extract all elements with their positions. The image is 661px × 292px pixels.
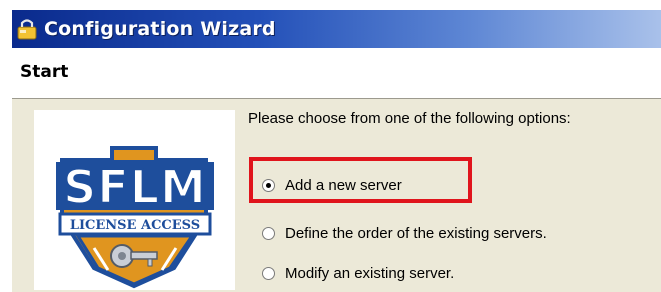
radio-add-new-server[interactable] — [262, 179, 275, 192]
logo-brand-text: SFLM — [63, 160, 207, 214]
option-add-new-server[interactable]: Add a new server — [262, 177, 402, 194]
radio-define-server-order[interactable] — [262, 227, 275, 240]
sflm-logo: SFLM LICENSE ACCESS — [56, 146, 214, 289]
option-define-server-order-label: Define the order of the existing servers… — [285, 225, 547, 242]
window-title: Configuration Wizard — [44, 18, 276, 40]
option-define-server-order[interactable]: Define the order of the existing servers… — [262, 225, 547, 242]
logo-subtitle-text: LICENSE ACCESS — [70, 218, 200, 233]
option-modify-existing-server-label: Modify an existing server. — [285, 265, 455, 282]
title-bar[interactable]: Configuration Wizard — [12, 10, 661, 48]
wizard-app-icon — [17, 19, 37, 40]
sflm-logo-panel: SFLM LICENSE ACCESS — [34, 110, 235, 290]
radio-modify-existing-server[interactable] — [262, 267, 275, 280]
page-title: Start — [20, 62, 69, 82]
option-modify-existing-server[interactable]: Modify an existing server. — [262, 265, 454, 282]
wizard-header: Start — [12, 48, 661, 99]
option-add-new-server-label: Add a new server — [285, 177, 402, 194]
options-prompt: Please choose from one of the following … — [248, 110, 571, 127]
